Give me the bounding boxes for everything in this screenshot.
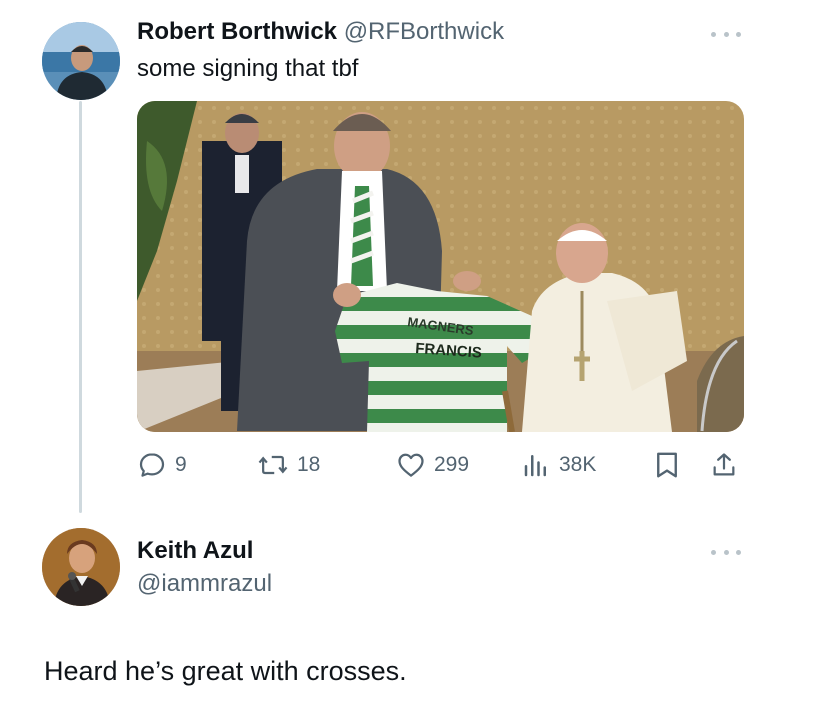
more-icon[interactable] [711,29,741,39]
share-button[interactable] [710,449,738,481]
tweet-media-image[interactable]: MAGNERS FRANCIS [137,101,744,432]
bookmark-button[interactable] [654,449,680,481]
retweet-count: 18 [297,453,321,476]
thread-connector-line [79,101,82,513]
heart-icon [398,453,424,477]
views-icon [524,455,546,477]
author-handle[interactable]: @RFBorthwick [344,18,504,45]
retweet-icon [258,455,288,475]
author-avatar[interactable] [42,22,120,100]
reply-icon [139,453,165,477]
share-icon [713,453,735,476]
tweet-text: some signing that tbf [137,55,359,82]
like-button[interactable]: 299 [396,449,469,481]
reply-display-name[interactable]: Keith Azul [137,537,253,564]
reply-button[interactable]: 9 [137,449,187,481]
reply-handle[interactable]: @iammrazul [137,570,272,597]
reply-handle-row: @iammrazul [137,570,272,598]
reply-author-name: Keith Azul [137,537,253,565]
like-count: 299 [434,453,470,476]
view-count: 38K [559,453,597,476]
reply-count: 9 [175,453,187,476]
reply-author-avatar[interactable] [42,528,120,606]
author-display-name[interactable]: Robert Borthwick [137,18,337,45]
reply-text: Heard he’s great with crosses. [44,656,407,686]
author-name-row: Robert Borthwick @RFBorthwick [137,18,504,46]
bookmark-icon [657,452,677,478]
retweet-button[interactable]: 18 [257,449,320,481]
reply-more-icon[interactable] [711,547,741,557]
views-button[interactable]: 38K [521,449,596,481]
